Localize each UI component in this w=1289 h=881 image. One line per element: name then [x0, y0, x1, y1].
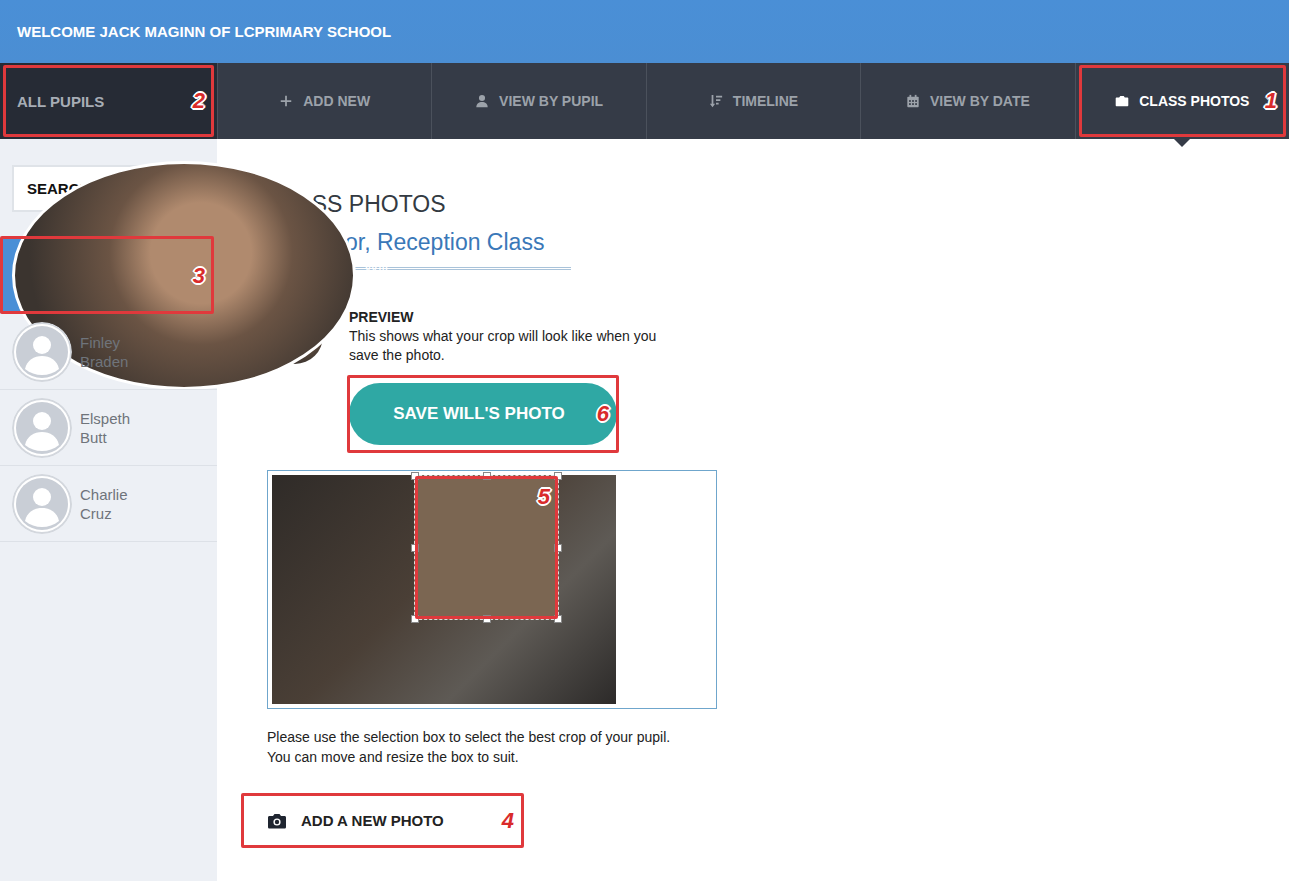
- annotation-number: 1: [1265, 90, 1277, 112]
- nav-tab[interactable]: CLASS PHOTOS 1: [1075, 63, 1289, 139]
- annotation-box: [3, 65, 214, 137]
- resize-handle[interactable]: [411, 472, 419, 480]
- resize-handle[interactable]: [483, 472, 491, 480]
- page: WELCOME JACK MAGINN OF LCPRIMARY SCHOOL …: [0, 0, 1289, 881]
- save-button-wrap: SAVE WILL'S PHOTO 6: [347, 375, 619, 453]
- preview: PREVIEW This shows what your crop will l…: [267, 308, 1289, 365]
- save-button[interactable]: SAVE WILL'S PHOTO: [349, 383, 617, 445]
- calendar-icon: [906, 94, 920, 108]
- pupil-item[interactable]: Finley Braden: [0, 314, 217, 390]
- resize-handle[interactable]: [554, 544, 562, 552]
- instructions: Please use the selection box to select t…: [267, 727, 1289, 767]
- resize-handle[interactable]: [554, 472, 562, 480]
- sidebar: Will Arbor 3 Finley Braden Elspeth Butt …: [0, 139, 217, 881]
- nav-bar: ALL PUPILS 2 ADD NEW VIEW BY PUPIL TIMEL…: [0, 63, 1289, 139]
- resize-handle[interactable]: [411, 615, 419, 623]
- sort-icon: [709, 94, 723, 108]
- annotation-number: 3: [193, 265, 205, 287]
- annotation-number: 5: [538, 486, 550, 508]
- preview-description: This shows what your crop will look like…: [349, 327, 689, 365]
- pupil-list: Will Arbor 3 Finley Braden Elspeth Butt …: [0, 238, 217, 542]
- instruction-line: Please use the selection box to select t…: [267, 727, 1289, 747]
- avatar-placeholder-icon: [12, 398, 72, 458]
- camera-icon: [267, 813, 287, 829]
- annotation-number: 4: [502, 810, 514, 832]
- person-icon: [475, 94, 489, 108]
- pupil-name: Elspeth Butt: [80, 409, 130, 447]
- pupil-item[interactable]: Charlie Cruz: [0, 466, 217, 542]
- pupil-name: Finley Braden: [80, 333, 128, 371]
- welcome-text: WELCOME JACK MAGINN OF LCPRIMARY SCHOOL: [17, 23, 391, 40]
- nav-tab[interactable]: TIMELINE: [646, 63, 860, 139]
- annotation-box: [0, 236, 214, 314]
- preview-label: PREVIEW: [349, 308, 689, 327]
- resize-handle[interactable]: [483, 615, 491, 623]
- pupil-item[interactable]: Elspeth Butt: [0, 390, 217, 466]
- annotation-box: [347, 375, 619, 453]
- pupil-item[interactable]: Will Arbor 3: [0, 238, 217, 314]
- avatar-placeholder-icon: [12, 322, 72, 382]
- crop-frame: 5: [267, 470, 717, 709]
- avatar-placeholder-icon: [12, 474, 72, 534]
- camera-icon: [1115, 94, 1129, 108]
- all-pupils-tab[interactable]: ALL PUPILS 2: [0, 63, 217, 139]
- annotation-box: [241, 793, 524, 848]
- main-panel: CLASS PHOTOS Will Arbor, Reception Class…: [217, 139, 1289, 881]
- preview-text: PREVIEW This shows what your crop will l…: [349, 308, 689, 365]
- annotation-box: [415, 476, 558, 619]
- nav-tab[interactable]: VIEW BY DATE: [860, 63, 1074, 139]
- resize-handle[interactable]: [554, 615, 562, 623]
- class-photo: 5: [272, 475, 616, 704]
- add-photo-button[interactable]: ADD A NEW PHOTO 4: [241, 793, 524, 848]
- pupil-name: Will Arbor: [364, 257, 401, 295]
- resize-handle[interactable]: [411, 544, 419, 552]
- pupil-name: Charlie Cruz: [80, 485, 128, 523]
- annotation-box: [1079, 65, 1286, 137]
- annotation-number: 2: [193, 90, 205, 112]
- crop-box[interactable]: 5: [414, 475, 559, 620]
- annotation-number: 6: [597, 403, 609, 425]
- nav-tab[interactable]: VIEW BY PUPIL: [431, 63, 645, 139]
- content-area: Will Arbor 3 Finley Braden Elspeth Butt …: [0, 139, 1289, 881]
- top-bar: WELCOME JACK MAGINN OF LCPRIMARY SCHOOL: [0, 0, 1289, 63]
- plus-icon: [279, 94, 293, 108]
- active-caret: [1174, 139, 1190, 147]
- page-title: CLASS PHOTOS: [267, 189, 1289, 219]
- instruction-line: You can move and resize the box to suit.: [267, 747, 1289, 767]
- nav-tab[interactable]: ADD NEW: [217, 63, 431, 139]
